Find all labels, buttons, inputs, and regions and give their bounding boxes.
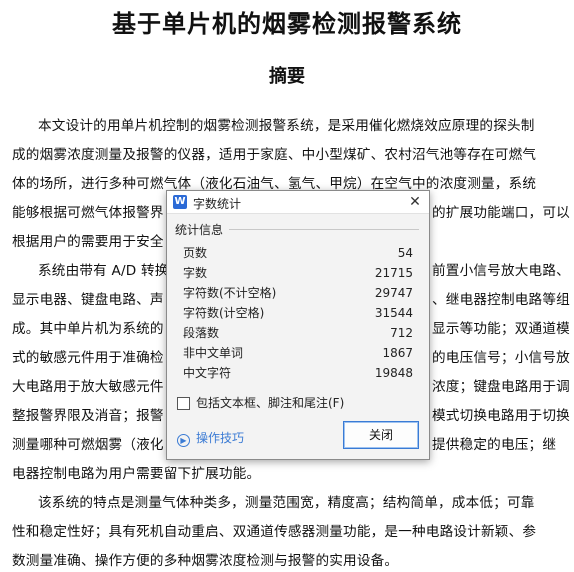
wps-writer-icon: W (173, 195, 187, 209)
doc-line: 成的烟雾浓度测量及报警的仪器，适用于家庭、中小型煤矿、农村沼气池等存在可燃气 (12, 147, 537, 163)
stat-row-chars-with-spaces: 字符数(计空格) 31544 (183, 303, 413, 323)
doc-line: 提供稳定的电压；继 (432, 437, 557, 453)
doc-line: 大电路用于放大敏感元件 (12, 379, 164, 395)
stat-row-words: 字数 21715 (183, 263, 413, 283)
stat-label: 非中文单词 (183, 346, 244, 360)
doc-line: 数测量准确、操作方便的多种烟雾浓度检测与报警的实用设备。 (12, 553, 399, 569)
stats-group-label: 统计信息 (175, 223, 224, 237)
group-divider (229, 229, 419, 230)
include-textbox-label[interactable]: 包括文本框、脚注和尾注(F) (196, 395, 344, 411)
play-circle-icon: ▶ (177, 434, 190, 447)
stat-value: 19848 (374, 366, 413, 380)
stat-label: 页数 (183, 246, 208, 260)
doc-line: 、继电器控制电路等组 (432, 292, 570, 308)
doc-line: 浓度；键盘电路用于调 (432, 379, 570, 395)
stat-value: 712 (390, 326, 413, 340)
stat-value: 31544 (374, 306, 413, 320)
doc-line: 系统由带有 A/D 转换 (38, 263, 169, 279)
doc-line: 成。其中单片机为系统的 (12, 321, 164, 337)
stat-label: 字数 (183, 266, 208, 280)
stat-value: 29747 (374, 286, 413, 300)
stat-value: 54 (397, 246, 413, 260)
word-count-dialog: W 字数统计 ✕ 统计信息 页数 54 字数 21715 字符数(不计空格) 2… (166, 190, 430, 460)
stat-row-non-chinese-words: 非中文单词 1867 (183, 343, 413, 363)
doc-line: 性和稳定性好；具有死机自动重启、双通道传感器测量功能，是一种电路设计新颖、参 (12, 524, 537, 540)
close-icon[interactable]: ✕ (405, 192, 425, 212)
doc-line: 显示等功能；双通道模 (432, 321, 570, 337)
doc-line: 本文设计的用单片机控制的烟雾检测报警系统，是采用催化燃烧效应原理的探头制 (38, 118, 535, 134)
stat-label: 字符数(计空格) (183, 306, 265, 320)
dialog-titlebar[interactable]: W 字数统计 ✕ (167, 191, 429, 214)
section-title: 摘要 (269, 66, 305, 87)
doc-line: 根据用户的需要用于安全 (12, 234, 164, 250)
doc-line: 前置小信号放大电路、 (432, 263, 570, 279)
doc-line: 的扩展功能端口，可以 (432, 205, 570, 221)
doc-line: 的电压信号；小信号放 (432, 350, 570, 366)
stat-row-pages: 页数 54 (183, 243, 413, 263)
tips-link[interactable]: ▶ 操作技巧 (177, 429, 244, 447)
stat-value: 21715 (374, 266, 413, 280)
stat-row-paragraphs: 段落数 712 (183, 323, 413, 343)
stat-label: 字符数(不计空格) (183, 286, 277, 300)
dialog-title: 字数统计 (193, 197, 242, 211)
stat-label: 段落数 (183, 326, 220, 340)
stat-label: 中文字符 (183, 366, 232, 380)
doc-line: 能够根据可燃气体报警界 (12, 205, 164, 221)
stat-row-chars-no-spaces: 字符数(不计空格) 29747 (183, 283, 413, 303)
doc-line: 整报警界限及消音；报警 (12, 408, 164, 424)
doc-line: 式的敏感元件用于准确检 (12, 350, 164, 366)
stat-value: 1867 (382, 346, 413, 360)
close-button[interactable]: 关闭 (343, 421, 419, 449)
doc-line: 电器控制电路为用户需要留下扩展功能。 (12, 466, 261, 482)
doc-line: 显示电器、键盘电路、声 (12, 292, 164, 308)
stat-row-chinese-chars: 中文字符 19848 (183, 363, 413, 383)
doc-line: 模式切换电路用于切换 (432, 408, 570, 424)
doc-line: 测量哪种可燃烟雾（液化 (12, 437, 164, 453)
tips-link-label[interactable]: 操作技巧 (196, 431, 244, 445)
include-textbox-checkbox[interactable] (177, 397, 190, 410)
doc-line: 该系统的特点是测量气体种类多，测量范围宽，精度高；结构简单，成本低；可靠 (38, 495, 535, 511)
document-title: 基于单片机的烟雾检测报警系统 (112, 10, 462, 38)
